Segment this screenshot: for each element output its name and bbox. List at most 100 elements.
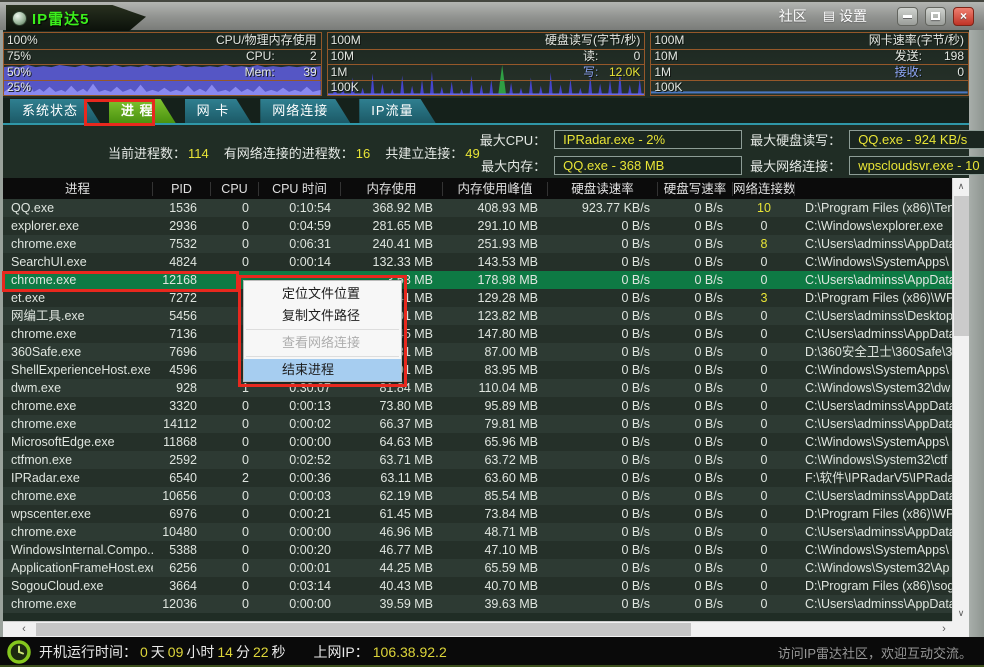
- scale-label: 1M: [331, 65, 348, 80]
- menu-item-locate-file[interactable]: 定位文件位置: [244, 283, 401, 305]
- scale-label: 1M: [654, 65, 671, 80]
- cell-file-path: C:\Windows\System32\Ap: [795, 559, 952, 577]
- cell-net-connections: 0: [733, 469, 795, 487]
- tab-ip-traffic[interactable]: IP流量: [359, 99, 435, 123]
- mem-label: Mem:: [245, 65, 275, 81]
- cell-net-connections: 0: [733, 217, 795, 235]
- cell-net-connections: 10: [733, 199, 795, 217]
- horizontal-scrollbar-thumb[interactable]: [36, 623, 691, 636]
- col-header-net-connections[interactable]: 网络连接数: [733, 182, 795, 196]
- cell-memory: 240.41 MB: [341, 235, 443, 253]
- col-header-pid[interactable]: PID: [153, 182, 211, 196]
- col-header-disk-read[interactable]: 硬盘读速率: [548, 182, 658, 196]
- disk-write-label: 写:: [583, 65, 598, 81]
- cell-cpu-time: 0:00:00: [259, 523, 341, 541]
- disk-read-label: 读:: [583, 49, 598, 65]
- table-row[interactable]: SearchUI.exe 4824 0 0:00:14 132.33 MB 14…: [3, 253, 952, 271]
- col-header-memory[interactable]: 内存使用: [341, 182, 443, 196]
- scroll-left-icon[interactable]: ‹: [16, 622, 32, 637]
- disk-io-graph: 100M 10M 1M 100K 硬盘读写(字节/秒) 读:0 写:12.0K: [327, 32, 646, 96]
- cell-file-path: C:\Users\adminss\AppData: [795, 271, 952, 289]
- col-header-cpu[interactable]: CPU: [211, 182, 259, 196]
- cell-pid: 4596: [153, 361, 211, 379]
- scale-label: 10M: [331, 49, 354, 64]
- cell-net-connections: 0: [733, 307, 795, 325]
- table-row[interactable]: ApplicationFrameHost.exe 6256 0 0:00:01 …: [3, 559, 952, 577]
- app-logo: IP雷达5: [6, 5, 146, 31]
- scroll-right-icon[interactable]: ›: [936, 622, 952, 637]
- cell-memory-peak: 408.93 MB: [443, 199, 548, 217]
- cell-disk-write: 0 B/s: [658, 361, 733, 379]
- cell-cpu-time: 0:04:59: [259, 217, 341, 235]
- cell-pid: 6976: [153, 505, 211, 523]
- menu-item-view-connections[interactable]: 查看网络连接: [244, 332, 401, 354]
- table-row[interactable]: explorer.exe 2936 0 0:04:59 281.65 MB 29…: [3, 217, 952, 235]
- menu-item-copy-path[interactable]: 复制文件路径: [244, 305, 401, 327]
- cell-disk-write: 0 B/s: [658, 433, 733, 451]
- table-row[interactable]: chrome.exe 10480 0 0:00:00 46.96 MB 48.7…: [3, 523, 952, 541]
- table-row[interactable]: chrome.exe 7136 4.45 MB 147.80 MB 0 B/s …: [3, 325, 952, 343]
- scale-label: 100M: [654, 33, 684, 48]
- table-row[interactable]: MicrosoftEdge.exe 11868 0 0:00:00 64.63 …: [3, 433, 952, 451]
- process-table-header: 进程 PID CPU CPU 时间 内存使用 内存使用峰值 硬盘读速率 硬盘写速…: [3, 178, 952, 199]
- col-header-cpu-time[interactable]: CPU 时间: [259, 182, 341, 196]
- cell-cpu-time: 0:02:52: [259, 451, 341, 469]
- scroll-down-icon[interactable]: ∨: [953, 605, 969, 621]
- table-row[interactable]: chrome.exe 12168 3.53 MB 178.98 MB 0 B/s…: [3, 271, 952, 289]
- uptime-clock-icon: [7, 640, 31, 664]
- col-header-process[interactable]: 进程: [3, 182, 153, 196]
- cell-disk-read: 0 B/s: [548, 577, 658, 595]
- community-link[interactable]: 社区: [779, 6, 807, 26]
- col-header-path[interactable]: [795, 182, 952, 196]
- col-header-disk-write[interactable]: 硬盘写速率: [658, 182, 733, 196]
- vertical-scrollbar-thumb[interactable]: [954, 196, 969, 336]
- table-row[interactable]: et.exe 7272 7.41 MB 129.28 MB 0 B/s 0 B/…: [3, 289, 952, 307]
- cell-disk-read: 0 B/s: [548, 271, 658, 289]
- table-row[interactable]: chrome.exe 7532 0 0:06:31 240.41 MB 251.…: [3, 235, 952, 253]
- col-header-memory-peak[interactable]: 内存使用峰值: [443, 182, 548, 196]
- cell-process-name: chrome.exe: [3, 487, 153, 505]
- table-row[interactable]: dwm.exe 928 1 0:30:07 81.84 MB 110.04 MB…: [3, 379, 952, 397]
- cell-pid: 1536: [153, 199, 211, 217]
- cell-net-connections: 0: [733, 379, 795, 397]
- settings-button[interactable]: ▤ 设置: [823, 6, 867, 26]
- cell-memory: 132.33 MB: [341, 253, 443, 271]
- table-row[interactable]: wpscenter.exe 6976 0 0:00:21 61.45 MB 73…: [3, 505, 952, 523]
- cell-file-path: C:\Users\adminss\AppData: [795, 235, 952, 253]
- tab-network-connections[interactable]: 网络连接: [260, 99, 350, 123]
- table-row[interactable]: 360Safe.exe 7696 5.31 MB 87.00 MB 0 B/s …: [3, 343, 952, 361]
- cell-memory: 73.80 MB: [341, 397, 443, 415]
- minimize-button[interactable]: [897, 7, 918, 26]
- table-row[interactable]: chrome.exe 14112 0 0:00:02 66.37 MB 79.8…: [3, 415, 952, 433]
- tab-system-status[interactable]: 系统状态: [10, 99, 100, 123]
- vertical-scrollbar[interactable]: ∧ ∨: [952, 178, 969, 621]
- horizontal-scrollbar[interactable]: ‹ ›: [3, 621, 952, 637]
- cell-net-connections: 0: [733, 541, 795, 559]
- table-row[interactable]: 网编工具.exe 5456 0.01 MB 123.82 MB 0 B/s 0 …: [3, 307, 952, 325]
- cell-pid: 2936: [153, 217, 211, 235]
- table-row[interactable]: ShellExperienceHost.exe 4596 2.91 MB 83.…: [3, 361, 952, 379]
- table-row[interactable]: SogouCloud.exe 3664 0 0:03:14 40.43 MB 4…: [3, 577, 952, 595]
- table-row[interactable]: QQ.exe 1536 0 0:10:54 368.92 MB 408.93 M…: [3, 199, 952, 217]
- tab-network-card[interactable]: 网 卡: [185, 99, 252, 123]
- table-row[interactable]: IPRadar.exe 6540 2 0:00:36 63.11 MB 63.6…: [3, 469, 952, 487]
- cell-pid: 3320: [153, 397, 211, 415]
- cell-pid: 12168: [153, 271, 211, 289]
- cell-disk-read: 0 B/s: [548, 595, 658, 613]
- menu-item-kill-process[interactable]: 结束进程: [244, 359, 401, 381]
- table-row[interactable]: chrome.exe 10656 0 0:00:03 62.19 MB 85.5…: [3, 487, 952, 505]
- table-row[interactable]: chrome.exe 12036 0 0:00:00 39.59 MB 39.6…: [3, 595, 952, 613]
- scrollbar-corner: [952, 621, 969, 637]
- scroll-up-icon[interactable]: ∧: [953, 178, 969, 194]
- tab-processes[interactable]: 进 程: [109, 99, 176, 123]
- close-button[interactable]: ×: [953, 7, 974, 26]
- max-disk-label: 最大硬盘读写：: [750, 130, 841, 149]
- table-row[interactable]: ctfmon.exe 2592 0 0:02:52 63.71 MB 63.72…: [3, 451, 952, 469]
- cell-cpu-time: 0:00:03: [259, 487, 341, 505]
- maximize-button[interactable]: [925, 7, 946, 26]
- cell-disk-write: 0 B/s: [658, 235, 733, 253]
- cell-disk-read: 0 B/s: [548, 559, 658, 577]
- table-row[interactable]: chrome.exe 3320 0 0:00:13 73.80 MB 95.89…: [3, 397, 952, 415]
- table-row[interactable]: WindowsInternal.Compo... 5388 0 0:00:20 …: [3, 541, 952, 559]
- cell-cpu: 0: [211, 217, 259, 235]
